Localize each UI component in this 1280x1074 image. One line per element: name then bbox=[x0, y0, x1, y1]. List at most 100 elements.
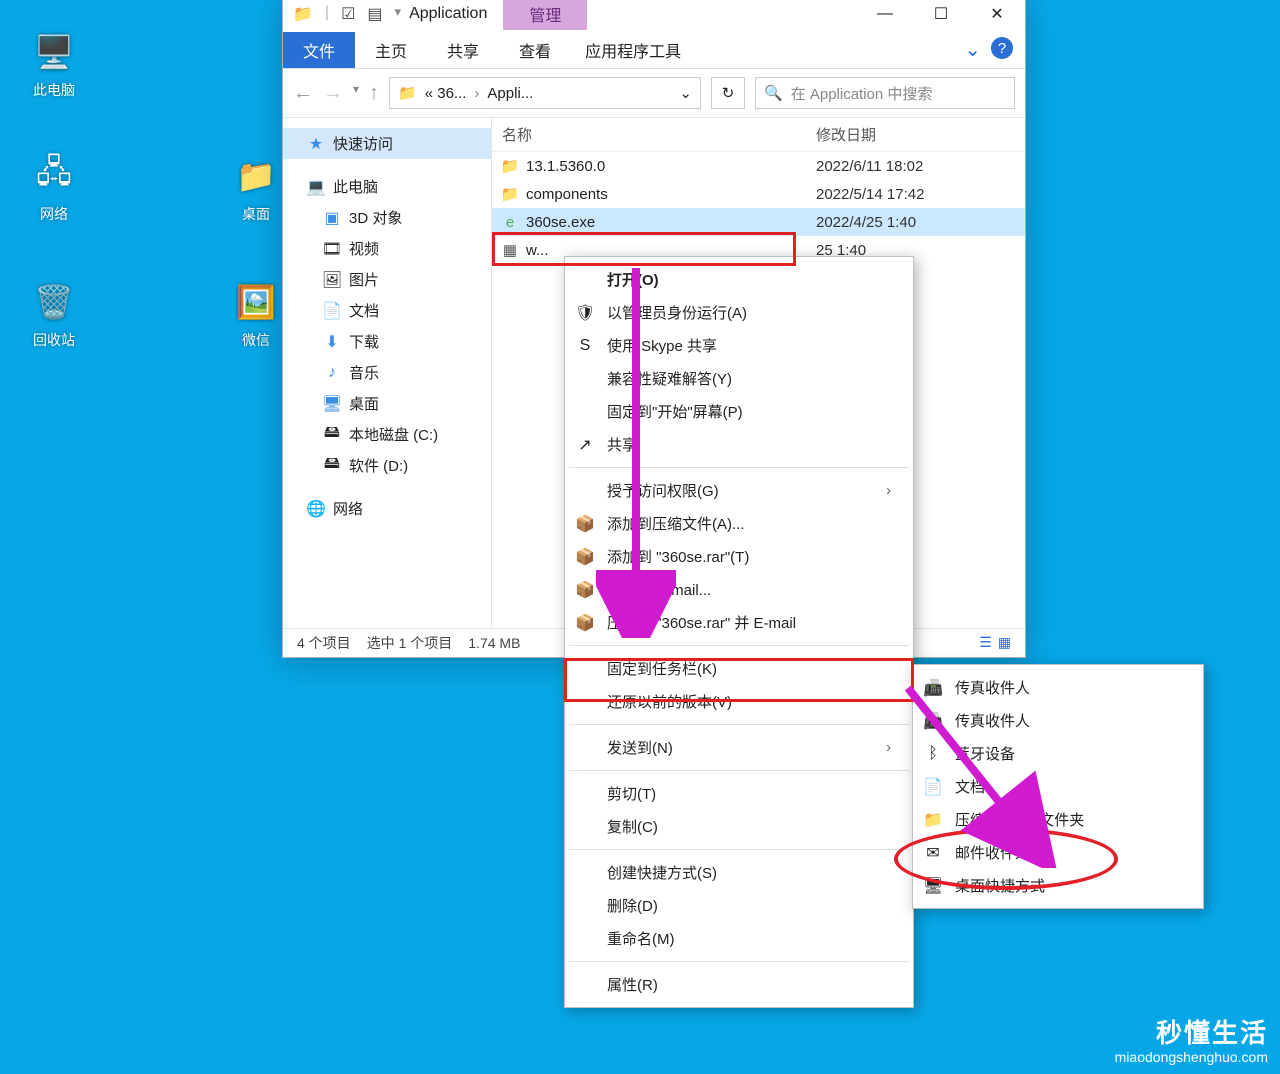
menu-item-label: 发送到(N) bbox=[607, 737, 673, 758]
crumb-folder[interactable]: Appli... bbox=[487, 85, 533, 102]
address-bar[interactable]: 📁 « 36... › Appli... ⌄ bbox=[389, 77, 701, 109]
nav-up[interactable]: ↑ bbox=[369, 82, 379, 105]
desktop-icon-recyclebin[interactable]: 🗑️ 回收站 bbox=[14, 278, 94, 350]
crumb-root[interactable]: « 36... bbox=[425, 85, 467, 102]
ribbon-context-tab[interactable]: 管理 bbox=[503, 0, 587, 30]
navigation-pane: ★快速访问 💻此电脑 ▣3D 对象 🎞视频 🖼图片 📄文档 ⬇下载 ♪音乐 🖥桌… bbox=[283, 118, 491, 628]
menu-item[interactable]: 📦添加到 "360se.rar"(T) bbox=[567, 540, 911, 573]
chevron-down-icon[interactable]: ⌄ bbox=[679, 84, 692, 102]
desktop-icon-thispc[interactable]: 🖥️ 此电脑 bbox=[14, 28, 94, 100]
menu-item[interactable]: 剪切(T) bbox=[567, 777, 911, 810]
nav-back[interactable]: ← bbox=[293, 82, 313, 105]
help-icon[interactable]: ? bbox=[991, 37, 1013, 59]
menu-item-icon: 🖥 bbox=[923, 876, 943, 896]
ribbon-tab-home[interactable]: 主页 bbox=[355, 32, 427, 68]
menu-item-label: 重命名(M) bbox=[607, 928, 675, 949]
refresh-button[interactable]: ↻ bbox=[711, 77, 745, 109]
menu-item[interactable]: ✉ 邮件收件人 bbox=[915, 836, 1201, 869]
chevron-right-icon[interactable]: › bbox=[474, 85, 479, 102]
col-modified[interactable]: 修改日期 bbox=[816, 124, 876, 145]
nav-drive-c[interactable]: 🖴本地磁盘 (C:) bbox=[283, 419, 491, 450]
close-button[interactable]: ✕ bbox=[969, 0, 1025, 31]
menu-item[interactable]: S使用 Skype 共享 bbox=[567, 329, 911, 362]
menu-item[interactable]: 🖥桌面快捷方式 bbox=[915, 869, 1201, 902]
menu-item-label: 固定到"开始"屏幕(P) bbox=[607, 401, 743, 422]
nav-recent[interactable]: ▾ bbox=[353, 82, 359, 105]
menu-item[interactable]: 固定到"开始"屏幕(P) bbox=[567, 395, 911, 428]
menu-item-label: 邮件收件人 bbox=[955, 842, 1030, 863]
nav-music[interactable]: ♪音乐 bbox=[283, 357, 491, 388]
view-details-icon[interactable]: ☰ bbox=[979, 634, 992, 651]
titlebar[interactable]: 📁 | ☑ ▤ ▾ Application 管理 — ☐ ✕ bbox=[283, 0, 1025, 31]
menu-item[interactable]: ᛒ蓝牙设备 bbox=[915, 737, 1201, 770]
file-icon: 📁 bbox=[500, 157, 520, 175]
menu-item-label: 压缩(zipped)文件夹 bbox=[955, 809, 1084, 830]
nav-this-pc[interactable]: 💻此电脑 bbox=[283, 171, 491, 202]
picture-icon: 🖼 bbox=[323, 271, 341, 289]
nav-forward[interactable]: → bbox=[323, 82, 343, 105]
file-row[interactable]: e360se.exe2022/4/25 1:40 bbox=[492, 208, 1025, 236]
menu-item-label: 传真收件人 bbox=[955, 677, 1030, 698]
desktop-icon-network[interactable]: 🖧 网络 bbox=[14, 152, 94, 224]
menu-item-label: 蓝牙设备 bbox=[955, 743, 1015, 764]
menu-item-label: 文档 bbox=[955, 776, 985, 797]
nav-3d-objects[interactable]: ▣3D 对象 bbox=[283, 202, 491, 233]
nav-desktop[interactable]: 🖥桌面 bbox=[283, 388, 491, 419]
maximize-button[interactable]: ☐ bbox=[913, 0, 969, 31]
ribbon-tab-view[interactable]: 查看 bbox=[499, 32, 571, 68]
folder-icon: 📁 bbox=[232, 152, 280, 200]
menu-item[interactable]: 📠传真收件人 bbox=[915, 704, 1201, 737]
ribbon-tab-app-tools[interactable]: 应用程序工具 bbox=[571, 32, 695, 68]
file-name: components bbox=[526, 186, 816, 203]
menu-item[interactable]: 复制(C) bbox=[567, 810, 911, 843]
menu-item[interactable]: 删除(D) bbox=[567, 889, 911, 922]
menu-item[interactable]: 重命名(M) bbox=[567, 922, 911, 955]
menu-item[interactable]: 📁压缩(zipped)文件夹 bbox=[915, 803, 1201, 836]
nav-documents[interactable]: 📄文档 bbox=[283, 295, 491, 326]
menu-item[interactable]: 📦压缩到 "360se.rar" 并 E-mail bbox=[567, 606, 911, 639]
ribbon-collapse[interactable]: ⌄ bbox=[964, 37, 981, 62]
menu-item[interactable]: 📦添加到压缩文件(A)... bbox=[567, 507, 911, 540]
menu-item[interactable]: 授予访问权限(G)› bbox=[567, 474, 911, 507]
menu-item-label: 压缩并 E-mail... bbox=[607, 579, 711, 600]
col-name[interactable]: 名称 bbox=[502, 124, 816, 145]
nav-downloads[interactable]: ⬇下载 bbox=[283, 326, 491, 357]
menu-item[interactable]: 属性(R) bbox=[567, 968, 911, 1001]
prop-icon[interactable]: ▤ bbox=[367, 4, 382, 24]
menu-item[interactable]: 打开(O) bbox=[567, 263, 911, 296]
menu-item[interactable]: 兼容性疑难解答(Y) bbox=[567, 362, 911, 395]
menu-item[interactable]: 固定到任务栏(K) bbox=[567, 652, 911, 685]
menu-item[interactable]: 🛡以管理员身份运行(A) bbox=[567, 296, 911, 329]
menu-item-icon: ✉ bbox=[923, 843, 943, 863]
menu-item-label: 以管理员身份运行(A) bbox=[607, 302, 747, 323]
file-row[interactable]: 📁components2022/5/14 17:42 bbox=[492, 180, 1025, 208]
nav-quick-access[interactable]: ★快速访问 bbox=[283, 128, 491, 159]
checkbox-icon[interactable]: ☑ bbox=[341, 4, 355, 24]
menu-item-icon: 📦 bbox=[575, 547, 595, 567]
menu-item[interactable]: ↗共享 bbox=[567, 428, 911, 461]
ribbon-tab-file[interactable]: 文件 bbox=[283, 32, 355, 68]
ribbon-tab-share[interactable]: 共享 bbox=[427, 32, 499, 68]
nav-pictures[interactable]: 🖼图片 bbox=[283, 264, 491, 295]
column-headers[interactable]: 名称 修改日期 bbox=[492, 118, 1025, 152]
menu-item[interactable]: 创建快捷方式(S) bbox=[567, 856, 911, 889]
nav-network[interactable]: 🌐网络 bbox=[283, 493, 491, 524]
menu-item[interactable]: 还原以前的版本(V) bbox=[567, 685, 911, 718]
network-icon: 🖧 bbox=[30, 152, 78, 200]
status-count: 4 个项目 bbox=[297, 633, 351, 653]
file-modified: 2022/6/11 18:02 bbox=[816, 158, 923, 175]
menu-item[interactable]: 发送到(N)› bbox=[567, 731, 911, 764]
view-large-icon[interactable]: ▦ bbox=[998, 634, 1011, 651]
nav-videos[interactable]: 🎞视频 bbox=[283, 233, 491, 264]
globe-icon: 🌐 bbox=[307, 500, 325, 518]
chevron-down-icon[interactable]: ▾ bbox=[395, 4, 402, 24]
file-modified: 2022/5/14 17:42 bbox=[816, 186, 924, 203]
menu-item[interactable]: 📄文档 bbox=[915, 770, 1201, 803]
menu-item-label: 添加到压缩文件(A)... bbox=[607, 513, 745, 534]
menu-item[interactable]: 📠传真收件人 bbox=[915, 671, 1201, 704]
search-input[interactable]: 🔍 在 Application 中搜索 bbox=[755, 77, 1015, 109]
nav-drive-d[interactable]: 🖴软件 (D:) bbox=[283, 450, 491, 481]
file-row[interactable]: 📁13.1.5360.02022/6/11 18:02 bbox=[492, 152, 1025, 180]
menu-item[interactable]: 📦压缩并 E-mail... bbox=[567, 573, 911, 606]
minimize-button[interactable]: — bbox=[857, 0, 913, 31]
